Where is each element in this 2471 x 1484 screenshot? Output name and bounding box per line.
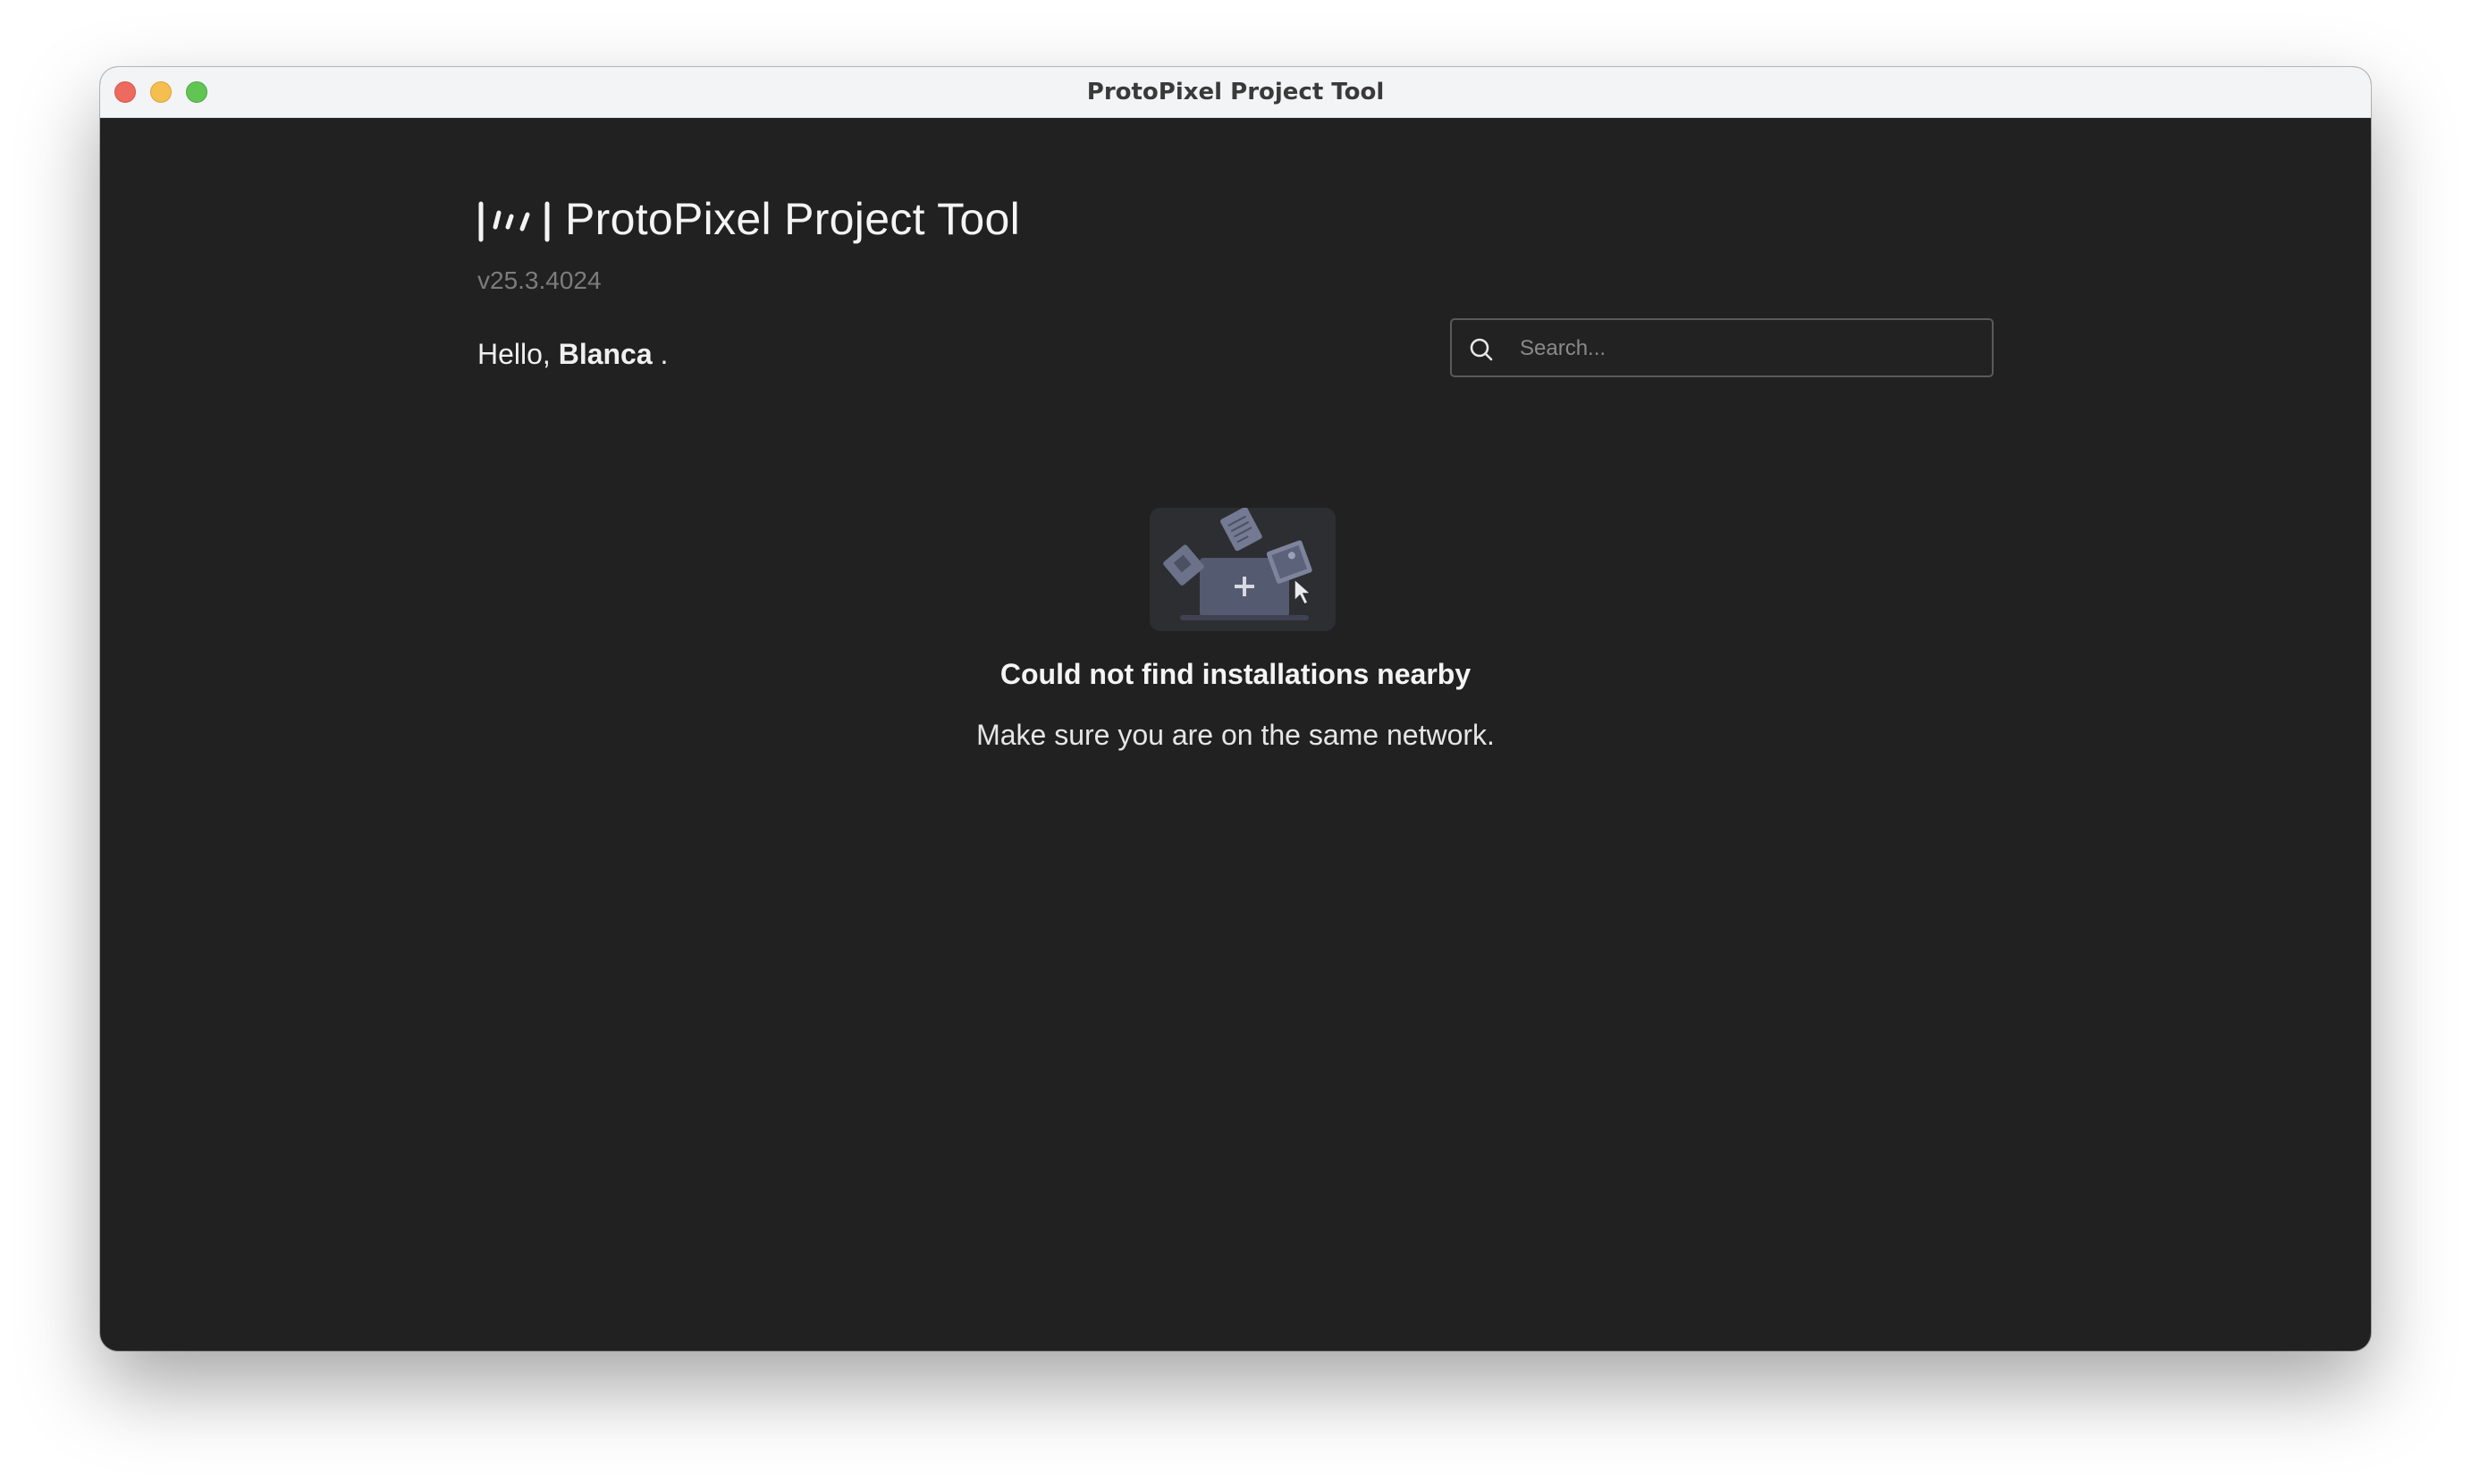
greeting-prefix: Hello, [477,338,559,370]
empty-state-subtitle: Make sure you are on the same network. [976,719,1495,751]
greeting: Hello, Blanca . [477,338,668,371]
app-window: ProtoPixel Project Tool ProtoPixel Proje… [100,67,2371,1351]
empty-state-title: Could not find installations nearby [999,658,1472,690]
search-box[interactable] [1450,318,1994,377]
protopixel-logo-icon [478,201,550,242]
empty-installations-illustration [1150,507,1336,631]
greeting-suffix: . [652,338,669,370]
main-content: ProtoPixel Project Tool v25.3.4024 Hello… [100,118,2371,1351]
search-input[interactable] [1518,320,1986,377]
illustration-graphic [1163,507,1312,620]
version-label: v25.3.4024 [477,266,602,294]
user-name: Blanca [558,338,653,370]
title-bar[interactable]: ProtoPixel Project Tool [100,67,2371,118]
window-title: ProtoPixel Project Tool [1086,79,1385,105]
search-icon [1470,338,1493,361]
app-title: ProtoPixel Project Tool [565,194,1020,244]
